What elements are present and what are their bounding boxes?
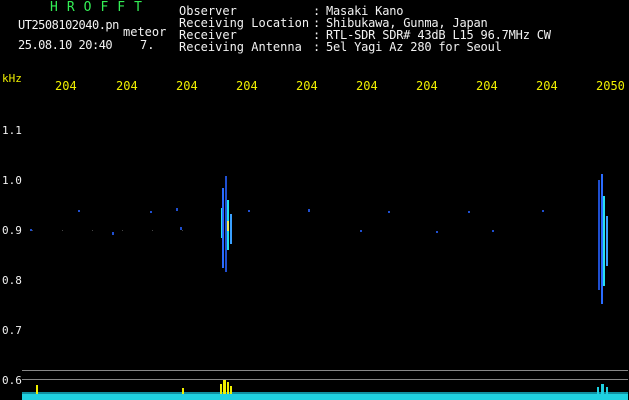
spectrogram-plot <box>22 174 628 400</box>
time-tick: 2050 <box>596 79 625 93</box>
info-colon: : <box>313 40 321 54</box>
freq-tick: 0.7 <box>2 324 22 337</box>
time-tick: 204 <box>176 79 198 93</box>
freq-tick: 0.9 <box>2 224 22 237</box>
y-axis-unit: kHz <box>2 72 22 85</box>
freq-tick: 0.8 <box>2 274 22 287</box>
grid-dots <box>32 230 183 231</box>
time-tick: 204 <box>536 79 558 93</box>
capture-datetime: 25.08.10 20:40 <box>18 38 113 52</box>
info-value-antenna: 5el Yagi Az 280 for Seoul <box>326 40 502 54</box>
info-label-antenna: Receiving Antenna <box>179 40 302 54</box>
meteor-label: meteor <box>123 25 167 39</box>
background-signal <box>30 208 544 235</box>
time-tick: 204 <box>55 79 77 93</box>
time-tick: 204 <box>476 79 498 93</box>
time-tick: 204 <box>416 79 438 93</box>
meteor-echo <box>598 174 608 304</box>
file-name: UT2508102040.pn <box>18 18 119 32</box>
meteor-count: 7. <box>140 38 155 52</box>
time-tick: 204 <box>236 79 258 93</box>
freq-tick: 1.1 <box>2 124 22 137</box>
freq-tick: 1.0 <box>2 174 22 187</box>
time-tick: 204 <box>116 79 138 93</box>
time-tick: 204 <box>356 79 378 93</box>
spectrum-trace <box>22 380 628 400</box>
meteor-echo <box>221 176 232 272</box>
app-brand: HROFFT <box>50 0 151 15</box>
freq-tick: 0.6 <box>2 374 22 387</box>
time-tick: 204 <box>296 79 318 93</box>
